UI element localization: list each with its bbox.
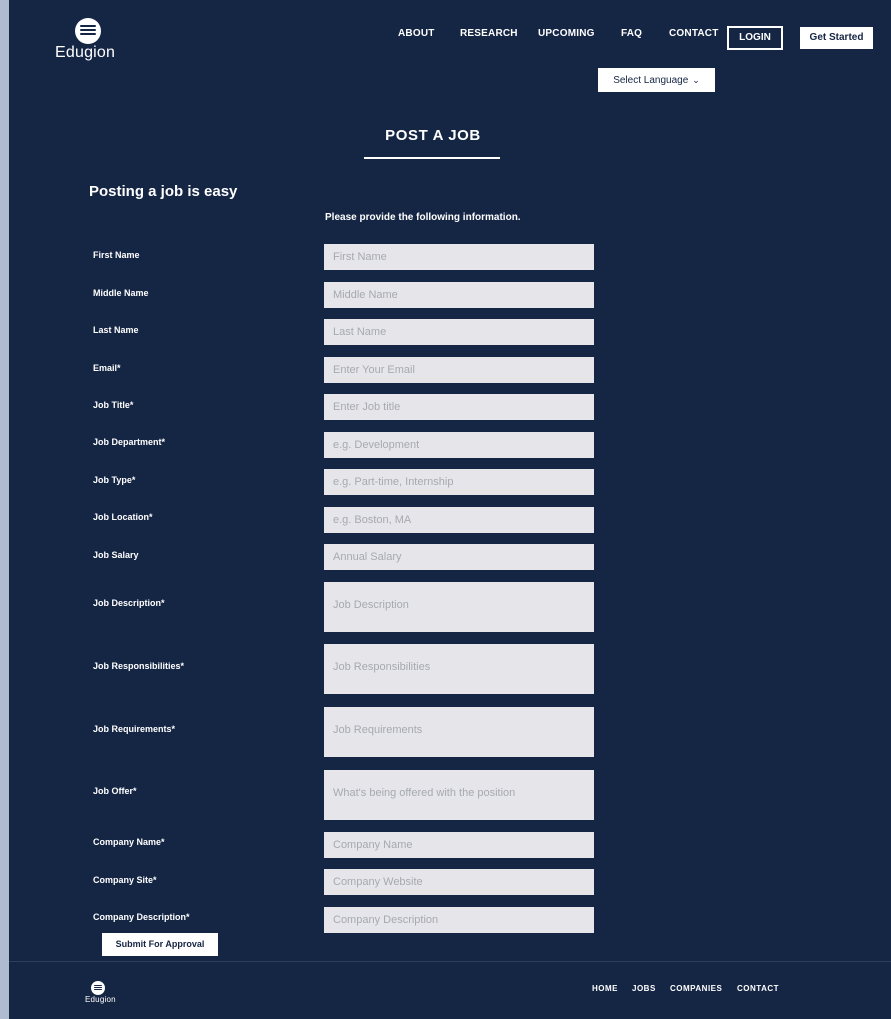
page: Edugion ABOUT RESEARCH UPCOMING FAQ CONT… bbox=[9, 0, 891, 1019]
footer-nav-jobs[interactable]: JOBS bbox=[632, 984, 656, 993]
label-job-offer: Job Offer* bbox=[93, 786, 137, 796]
job-responsibilities-textarea[interactable] bbox=[324, 644, 594, 694]
job-salary-input[interactable] bbox=[324, 544, 594, 570]
label-job-location: Job Location* bbox=[93, 512, 153, 522]
section-subtitle: Posting a job is easy bbox=[89, 183, 238, 200]
middle-name-input[interactable] bbox=[324, 282, 594, 308]
job-department-input[interactable] bbox=[324, 432, 594, 458]
nav-about[interactable]: ABOUT bbox=[398, 28, 435, 39]
footer-divider bbox=[9, 961, 891, 962]
label-company-name: Company Name* bbox=[93, 837, 165, 847]
chevron-down-icon: ⌄ bbox=[692, 75, 700, 85]
footer-brand-name: Edugion bbox=[85, 995, 116, 1004]
label-job-type: Job Type* bbox=[93, 475, 136, 485]
label-job-title: Job Title* bbox=[93, 400, 134, 410]
first-name-input[interactable] bbox=[324, 244, 594, 270]
label-last-name: Last Name bbox=[93, 325, 139, 335]
label-job-description: Job Description* bbox=[93, 598, 165, 608]
label-job-requirements: Job Requirements* bbox=[93, 724, 176, 734]
job-requirements-textarea[interactable] bbox=[324, 707, 594, 757]
label-email: Email* bbox=[93, 363, 121, 373]
title-underline bbox=[364, 157, 500, 159]
job-location-input[interactable] bbox=[324, 507, 594, 533]
label-middle-name: Middle Name bbox=[93, 288, 149, 298]
page-title: POST A JOB bbox=[385, 127, 481, 144]
label-job-responsibilities: Job Responsibilities* bbox=[93, 661, 185, 671]
login-button[interactable]: LOGIN bbox=[727, 26, 783, 50]
get-started-button[interactable]: Get Started bbox=[800, 27, 873, 49]
footer-nav-contact[interactable]: CONTACT bbox=[737, 984, 779, 993]
job-offer-textarea[interactable] bbox=[324, 770, 594, 820]
label-first-name: First Name bbox=[93, 250, 140, 260]
nav-contact[interactable]: CONTACT bbox=[669, 28, 719, 39]
label-job-department: Job Department* bbox=[93, 437, 166, 447]
email-input[interactable] bbox=[324, 357, 594, 383]
label-company-site: Company Site* bbox=[93, 875, 157, 885]
footer-nav-companies[interactable]: COMPANIES bbox=[670, 984, 722, 993]
nav-upcoming[interactable]: UPCOMING bbox=[538, 28, 595, 39]
footer-nav-home[interactable]: HOME bbox=[592, 984, 618, 993]
logo-icon bbox=[75, 18, 101, 44]
brand-logo[interactable]: Edugion bbox=[55, 18, 145, 68]
submit-for-approval-button[interactable]: Submit For Approval bbox=[102, 933, 218, 956]
company-site-input[interactable] bbox=[324, 869, 594, 895]
company-description-input[interactable] bbox=[324, 907, 594, 933]
company-name-input[interactable] bbox=[324, 832, 594, 858]
footer-logo[interactable]: Edugion bbox=[85, 981, 116, 1011]
job-description-textarea[interactable] bbox=[324, 582, 594, 632]
footer-logo-icon bbox=[91, 981, 105, 995]
language-select-label: Select Language bbox=[613, 75, 689, 86]
brand-name: Edugion bbox=[55, 44, 116, 61]
language-select[interactable]: Select Language ⌄ bbox=[598, 68, 715, 92]
label-company-description: Company Description* bbox=[93, 912, 190, 922]
job-type-input[interactable] bbox=[324, 469, 594, 495]
job-title-input[interactable] bbox=[324, 394, 594, 420]
nav-research[interactable]: RESEARCH bbox=[460, 28, 518, 39]
last-name-input[interactable] bbox=[324, 319, 594, 345]
form-instructions: Please provide the following information… bbox=[325, 212, 521, 223]
label-job-salary: Job Salary bbox=[93, 550, 139, 560]
nav-faq[interactable]: FAQ bbox=[621, 28, 642, 39]
